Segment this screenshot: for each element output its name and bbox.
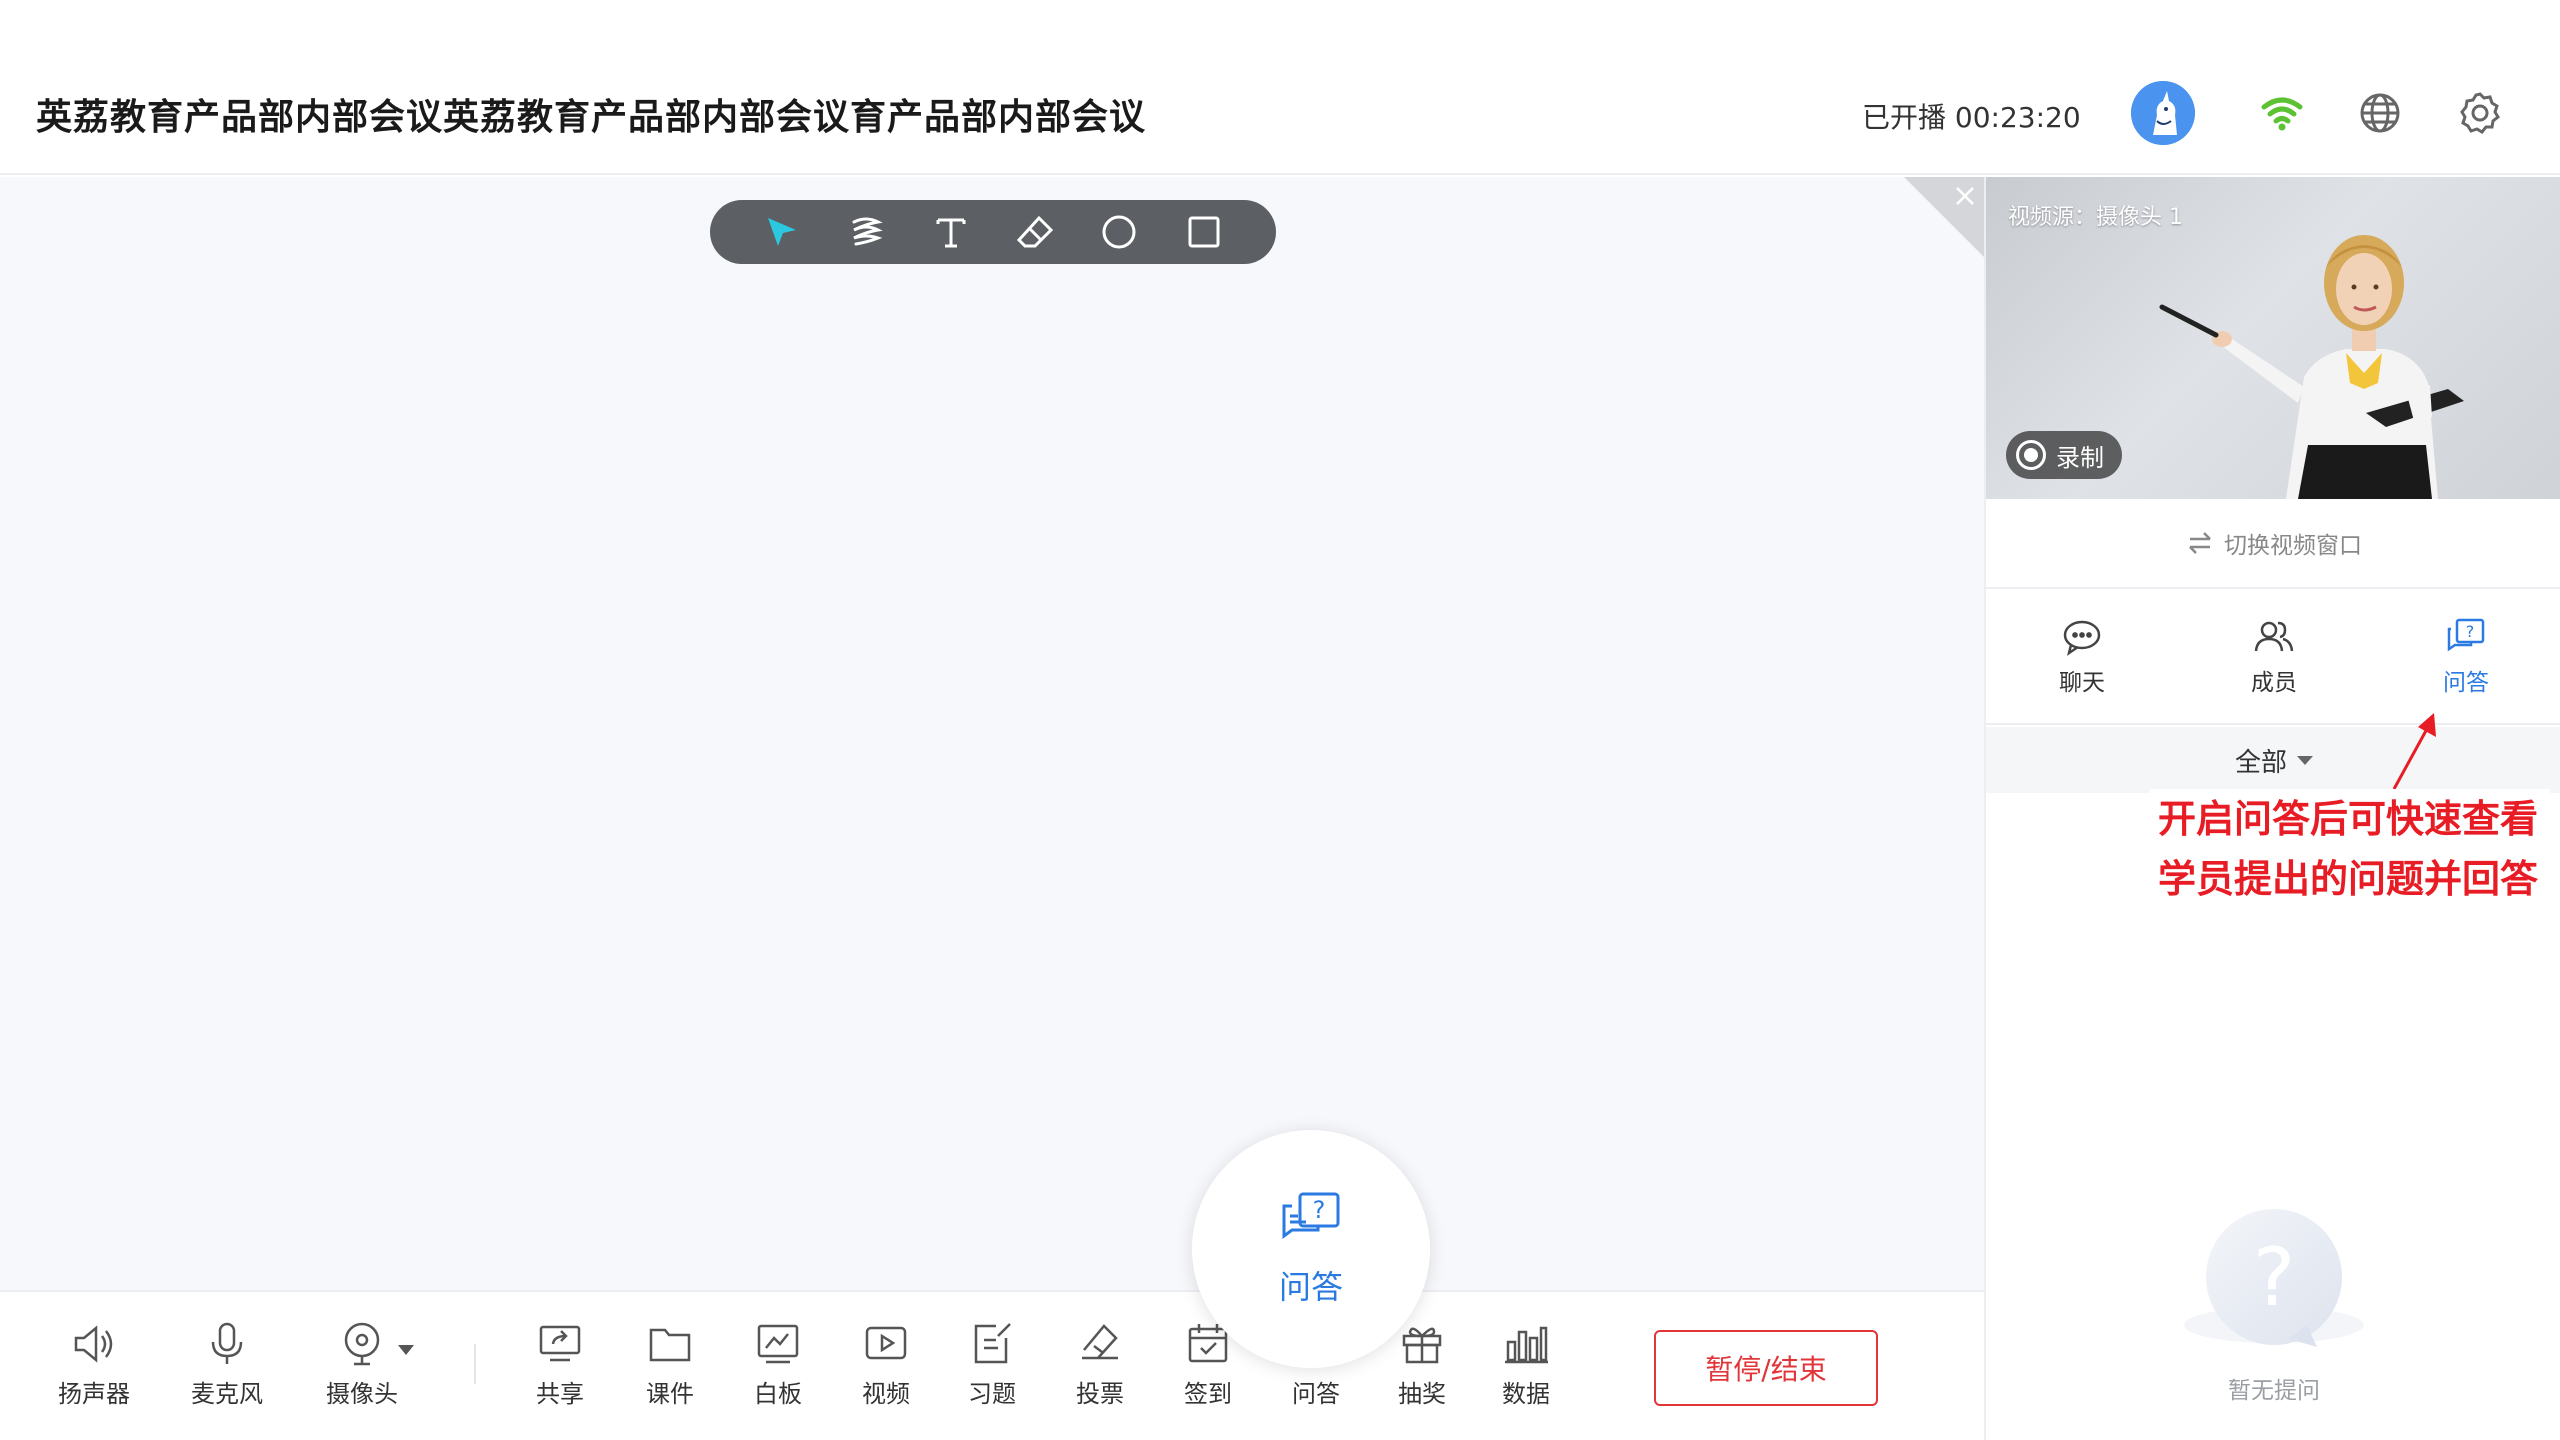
record-icon [2016, 440, 2046, 470]
live-status: 已开播 00:23:20 [1862, 101, 2081, 134]
camera-icon [344, 1322, 380, 1366]
annotation-arrow-icon [2392, 713, 2436, 790]
gift-icon [1402, 1327, 1442, 1364]
qa-icon: ? [2447, 618, 2485, 652]
switch-video-label: 切换视频窗口 [2224, 533, 2362, 559]
vote-label: 投票 [1076, 1380, 1124, 1408]
microphone-button[interactable]: 麦克风 [191, 1320, 263, 1409]
annotation-line-2: 学员提出的问题并回答 [2158, 857, 2539, 901]
bar-chart-icon [1505, 1326, 1548, 1364]
camera-video-preview[interactable]: 视频源：摄像头 1 录制 [1986, 177, 2560, 499]
pause-end-button[interactable]: 暂停/结束 [1654, 1330, 1878, 1406]
checkin-label: 签到 [1184, 1380, 1232, 1408]
exercise-icon [974, 1323, 1011, 1364]
microphone-label: 麦克风 [191, 1380, 263, 1408]
caret-down-icon [2297, 755, 2313, 765]
tab-qa[interactable]: ? 问答 [2370, 591, 2560, 723]
qa-bubble-icon: ? [1282, 1192, 1340, 1239]
data-button[interactable]: 数据 [1502, 1320, 1550, 1409]
wifi-icon[interactable] [2258, 89, 2306, 137]
tab-members[interactable]: 成员 [2178, 591, 2370, 723]
empty-state: ? 暂无提问 [1986, 1207, 2560, 1405]
tab-chat-label: 聊天 [2059, 670, 2105, 696]
bottom-toolbar: 扬声器 麦克风 摄像头 共享 课件 白板 视频 习题 投票 签到 问答 抽奖 数… [0, 1290, 1984, 1440]
meeting-title: 英荔教育产品部内部会议英荔教育产品部内部会议育产品部内部会议 [36, 97, 1147, 138]
camera-dropdown-caret-icon[interactable] [396, 1342, 416, 1358]
speaker-button[interactable]: 扬声器 [58, 1320, 130, 1409]
filter-label: 全部 [2234, 747, 2287, 778]
exercise-button[interactable]: 习题 [968, 1320, 1016, 1409]
share-screen-icon [539, 1325, 581, 1362]
svg-text:?: ? [2253, 1231, 2295, 1324]
header: 英荔教育产品部内部会议英荔教育产品部内部会议育产品部内部会议 已开播 00:23… [0, 0, 2560, 175]
eraser-icon[interactable] [1011, 208, 1059, 256]
speaker-icon [74, 1325, 113, 1363]
switch-video-window-button[interactable]: 切换视频窗口 [1986, 499, 2560, 589]
vote-button[interactable]: 投票 [1076, 1320, 1124, 1409]
video-button[interactable]: 视频 [862, 1320, 910, 1409]
circle-icon[interactable] [1095, 208, 1143, 256]
qa-label: 问答 [1292, 1380, 1340, 1408]
members-icon [2254, 621, 2294, 652]
swap-arrows-icon [2189, 532, 2211, 554]
settings-gear-icon[interactable] [2456, 89, 2504, 137]
text-icon[interactable] [927, 208, 975, 256]
courseware-label: 课件 [646, 1380, 694, 1408]
empty-state-text: 暂无提问 [2228, 1378, 2320, 1404]
rectangle-icon[interactable] [1180, 208, 1228, 256]
courseware-button[interactable]: 课件 [646, 1320, 694, 1409]
svg-text:?: ? [1313, 1196, 1326, 1224]
pen-icon[interactable] [842, 208, 890, 256]
qa-bubble-label: 问答 [1278, 1268, 1343, 1306]
qa-filter-dropdown[interactable]: 全部 [1986, 727, 2560, 793]
chat-icon [2063, 620, 2101, 656]
vote-icon [1082, 1324, 1118, 1360]
microphone-icon [211, 1322, 243, 1364]
record-label: 录制 [2056, 443, 2104, 472]
checkin-button[interactable]: 签到 [1184, 1320, 1232, 1409]
video-source-label: 视频源：摄像头 1 [2008, 205, 2183, 230]
avatar[interactable] [2131, 81, 2195, 145]
drawing-toolbar [710, 200, 1276, 264]
exercise-label: 习题 [968, 1380, 1016, 1408]
record-button[interactable]: 录制 [2006, 431, 2122, 479]
camera-button[interactable]: 摄像头 [326, 1320, 398, 1409]
pointer-icon[interactable] [758, 208, 806, 256]
avatar-unicorn-icon [2131, 81, 2195, 145]
whiteboard-label: 白板 [754, 1380, 802, 1408]
video-collapse-corner[interactable] [1904, 177, 1984, 257]
annotation-line-1: 开启问答后可快速查看 [2158, 797, 2539, 841]
speaker-label: 扬声器 [58, 1380, 130, 1408]
qa-floating-bubble[interactable]: ? 问答 [1192, 1130, 1430, 1368]
annotation-callout: 开启问答后可快速查看 学员提出的问题并回答 [2150, 789, 2550, 909]
video-play-icon [865, 1326, 907, 1360]
side-tabs: 聊天 成员 ? 问答 [1986, 591, 2560, 725]
tab-members-label: 成员 [2251, 670, 2297, 696]
lottery-button[interactable]: 抽奖 [1398, 1320, 1446, 1409]
svg-text:?: ? [2466, 622, 2475, 641]
app-window: 英荔教育产品部内部会议英荔教育产品部内部会议育产品部内部会议 已开播 00:23… [0, 0, 2560, 1440]
toolbar-divider [474, 1344, 476, 1384]
question-bubble-icon: ? [2184, 1209, 2364, 1347]
globe-icon[interactable] [2356, 89, 2404, 137]
tab-chat[interactable]: 聊天 [1986, 591, 2178, 723]
camera-label: 摄像头 [326, 1380, 398, 1408]
share-label: 共享 [536, 1380, 584, 1408]
tab-qa-label: 问答 [2443, 670, 2489, 696]
lottery-label: 抽奖 [1398, 1380, 1446, 1408]
folder-icon [649, 1328, 691, 1362]
whiteboard-canvas[interactable] [0, 177, 1984, 1290]
close-icon[interactable] [1954, 185, 1976, 207]
whiteboard-button[interactable]: 白板 [754, 1320, 802, 1409]
share-button[interactable]: 共享 [536, 1320, 584, 1409]
video-label: 视频 [862, 1380, 910, 1408]
whiteboard-icon [757, 1324, 799, 1364]
right-panel: 视频源：摄像头 1 录制 切换视频窗口 聊天 成员 ? 问答 全部 开启问答后可… [1984, 177, 2560, 1440]
data-label: 数据 [1502, 1380, 1550, 1408]
